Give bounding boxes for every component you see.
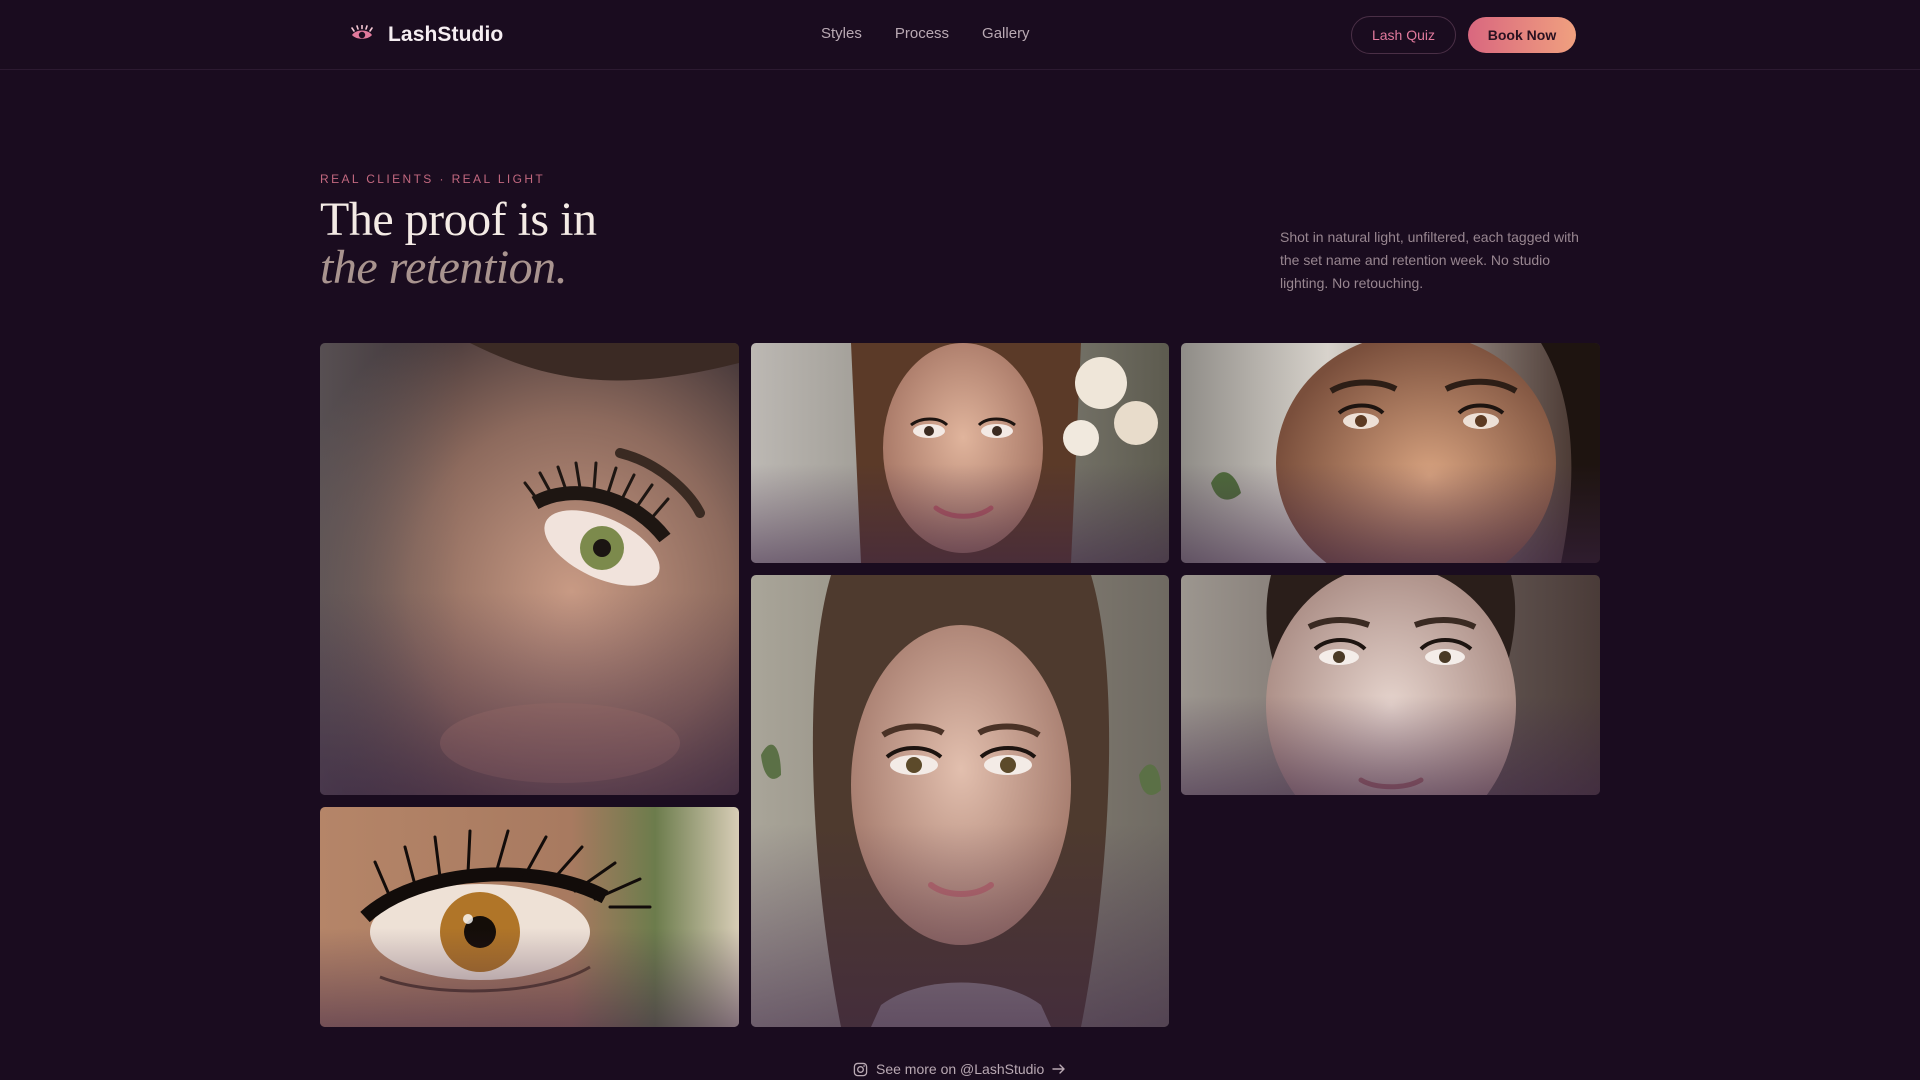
arrow-right-icon <box>1052 1064 1066 1074</box>
gallery-photo-eye-closeup[interactable] <box>320 343 739 795</box>
bride-portrait-image <box>751 343 1169 563</box>
book-now-button[interactable]: Book Now <box>1468 17 1576 53</box>
window-light-portrait-image <box>1181 343 1600 563</box>
eye-closeup-image <box>320 343 739 795</box>
see-more-link[interactable]: See more on @LashStudio <box>853 1059 1066 1079</box>
nav-process[interactable]: Process <box>895 25 949 45</box>
brand-name: LashStudio <box>388 23 504 46</box>
lash-quiz-button[interactable]: Lash Quiz <box>1351 16 1456 54</box>
macro-eye-image <box>320 807 739 1027</box>
headline-line-1: The proof is in <box>320 193 597 246</box>
natural-portrait-image <box>751 575 1169 1027</box>
main-nav: Styles Process Gallery <box>821 25 1030 45</box>
headline-line-2: the retention. <box>320 241 568 294</box>
nav-gallery[interactable]: Gallery <box>982 25 1030 45</box>
wispy-set-portrait-image <box>1181 575 1600 795</box>
instagram-icon <box>853 1062 868 1076</box>
site-header: LashStudio Styles Process Gallery Lash Q… <box>0 0 1920 70</box>
gallery-photo-window-light[interactable] <box>1181 343 1600 563</box>
gallery-photo-natural-portrait[interactable] <box>751 575 1169 1027</box>
brand-logo[interactable]: LashStudio <box>350 22 503 48</box>
section-headline: The proof is in the retention. <box>320 196 1020 292</box>
section-intro: Shot in natural light, unfiltered, each … <box>1280 229 1579 291</box>
see-more-label: See more on @LashStudio <box>876 1061 1045 1077</box>
gallery-photo-macro-eye[interactable] <box>320 807 739 1027</box>
gallery-photo-bride[interactable] <box>751 343 1169 563</box>
gallery-photo-wispy-set[interactable] <box>1181 575 1600 795</box>
lash-icon <box>351 25 373 39</box>
section-eyebrow: REAL CLIENTS · REAL LIGHT <box>320 172 546 186</box>
nav-styles[interactable]: Styles <box>821 25 862 45</box>
